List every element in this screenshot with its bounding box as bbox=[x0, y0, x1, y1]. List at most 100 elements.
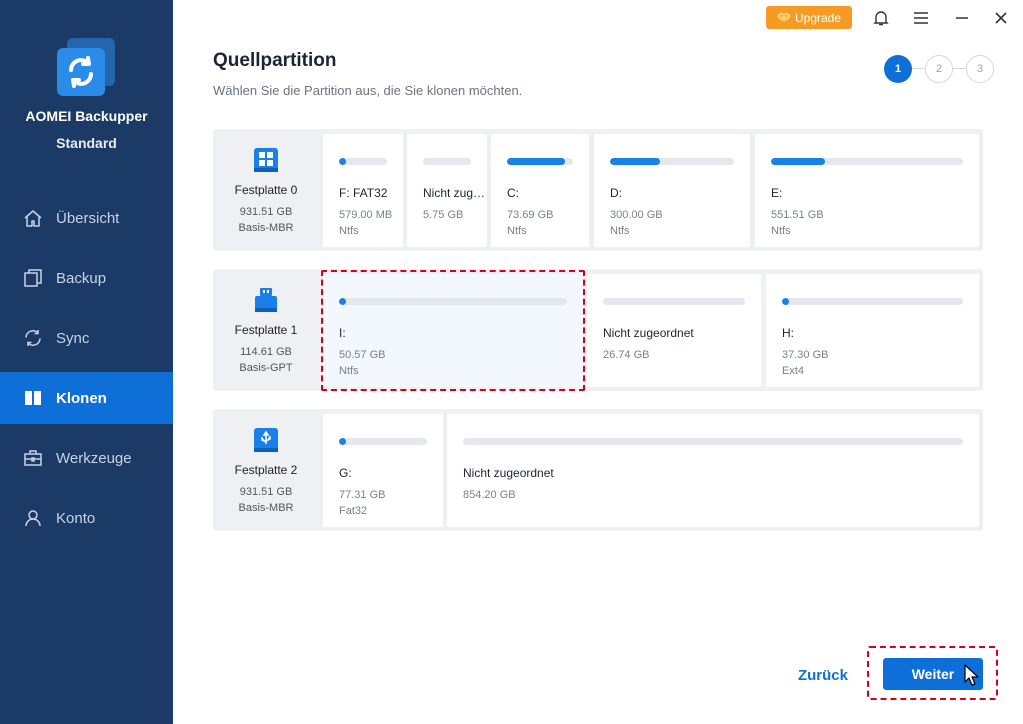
partition-label: Nicht zugeordnet bbox=[463, 466, 554, 480]
partition-size: 551.51 GB bbox=[771, 209, 824, 221]
toolbox-icon bbox=[22, 447, 44, 469]
partition-label: E: bbox=[771, 186, 783, 200]
windows-disk-icon bbox=[254, 148, 278, 172]
partition-fs: Ntfs bbox=[339, 225, 359, 237]
partition-fs: Ntfs bbox=[610, 225, 630, 237]
disk-info: Festplatte 0 931.51 GB Basis-MBR bbox=[213, 129, 319, 251]
partition-label: Nicht zug… bbox=[423, 186, 486, 200]
disk-size: 931.51 GB bbox=[239, 486, 293, 498]
step-1: 1 bbox=[884, 55, 912, 83]
sidebar-item-clone[interactable]: Klonen bbox=[0, 372, 173, 424]
usage-bar bbox=[339, 158, 387, 165]
sidebar-item-label: Übersicht bbox=[56, 209, 120, 227]
partition-label: Nicht zugeordnet bbox=[603, 326, 694, 340]
partition-fs: Ext4 bbox=[782, 365, 805, 377]
disk-info: Festplatte 2 931.51 GB Basis-MBR bbox=[213, 409, 319, 531]
usage-bar bbox=[423, 158, 471, 165]
partition-card[interactable]: H: 37.30 GB Ext4 bbox=[766, 274, 979, 387]
usage-bar bbox=[507, 158, 573, 165]
sidebar-item-tools[interactable]: Werkzeuge bbox=[0, 432, 173, 484]
app-name: AOMEI Backupper bbox=[25, 108, 148, 124]
disk-name: Festplatte 0 bbox=[234, 183, 298, 197]
home-icon bbox=[22, 207, 44, 229]
partition-fs: Fat32 bbox=[339, 505, 368, 517]
disk-type: Basis-MBR bbox=[238, 222, 294, 234]
sidebar-item-label: Sync bbox=[56, 329, 90, 347]
sync-icon bbox=[22, 327, 44, 349]
sidebar-item-label: Konto bbox=[56, 509, 96, 527]
sidebar-item-backup[interactable]: Backup bbox=[0, 252, 173, 304]
partition-label: D: bbox=[610, 186, 622, 200]
sidebar-item-label: Werkzeuge bbox=[56, 449, 132, 467]
notification-bell-icon[interactable] bbox=[870, 7, 892, 29]
sidebar-item-label: Backup bbox=[56, 269, 107, 287]
partition-card-selected[interactable]: I: 50.57 GB Ntfs bbox=[323, 274, 583, 387]
sidebar: AOMEI Backupper Standard Übersicht Backu… bbox=[0, 0, 173, 724]
partition-card[interactable]: Nicht zugeordnet 854.20 GB bbox=[447, 414, 979, 527]
partition-card[interactable]: D: 300.00 GB Ntfs bbox=[594, 134, 750, 247]
menu-icon[interactable] bbox=[910, 7, 932, 29]
app-logo-icon bbox=[57, 38, 115, 96]
partition-card[interactable]: E: 551.51 GB Ntfs bbox=[755, 134, 979, 247]
disk-info: Festplatte 1 114.61 GB Basis-GPT bbox=[213, 269, 319, 391]
usage-bar bbox=[771, 158, 963, 165]
partition-fs: Ntfs bbox=[507, 225, 527, 237]
page-title: Quellpartition bbox=[213, 50, 337, 71]
upgrade-button[interactable]: Upgrade bbox=[766, 6, 852, 29]
usage-bar bbox=[463, 438, 963, 445]
partition-label: C: bbox=[507, 186, 519, 200]
sidebar-item-label: Klonen bbox=[56, 389, 107, 407]
step-indicator: 1 2 3 bbox=[884, 55, 994, 83]
disk-name: Festplatte 1 bbox=[234, 323, 298, 337]
partition-card[interactable]: F: FAT32 579.00 MB Ntfs bbox=[323, 134, 403, 247]
partition-card[interactable]: G: 77.31 GB Fat32 bbox=[323, 414, 443, 527]
partition-card[interactable]: Nicht zugeordnet 26.74 GB bbox=[587, 274, 761, 387]
partition-label: F: FAT32 bbox=[339, 186, 388, 200]
partition-size: 854.20 GB bbox=[463, 489, 516, 501]
partition-label: G: bbox=[339, 466, 352, 480]
usage-bar bbox=[339, 438, 427, 445]
usb-drive-icon bbox=[254, 428, 278, 452]
upgrade-label: Upgrade bbox=[794, 10, 842, 25]
partition-size: 50.57 GB bbox=[339, 349, 386, 361]
page-subtitle: Wählen Sie die Partition aus, die Sie kl… bbox=[213, 83, 523, 98]
step-2: 2 bbox=[925, 55, 953, 83]
disk-size: 931.51 GB bbox=[239, 206, 293, 218]
app-edition: Standard bbox=[56, 135, 117, 151]
partition-card[interactable]: Nicht zug… 5.75 GB bbox=[407, 134, 487, 247]
usage-bar bbox=[603, 298, 745, 305]
usage-bar bbox=[610, 158, 734, 165]
partition-fs: Ntfs bbox=[339, 365, 359, 377]
sidebar-item-sync[interactable]: Sync bbox=[0, 312, 173, 364]
step-3: 3 bbox=[966, 55, 994, 83]
close-icon[interactable] bbox=[990, 7, 1012, 29]
disk-type: Basis-GPT bbox=[239, 362, 293, 374]
partition-size: 5.75 GB bbox=[423, 209, 464, 221]
disk-name: Festplatte 2 bbox=[234, 463, 298, 477]
partition-card[interactable]: C: 73.69 GB Ntfs bbox=[491, 134, 589, 247]
disk-row-2: Festplatte 2 931.51 GB Basis-MBR G: 77.3… bbox=[213, 409, 983, 531]
sidebar-item-account[interactable]: Konto bbox=[0, 492, 173, 544]
partition-size: 579.00 MB bbox=[339, 209, 393, 221]
usb-disk-icon bbox=[255, 288, 277, 312]
disk-row-1: Festplatte 1 114.61 GB Basis-GPT I: 50.5… bbox=[213, 269, 983, 391]
backup-icon bbox=[22, 267, 44, 289]
partition-fs: Ntfs bbox=[771, 225, 791, 237]
usage-bar bbox=[339, 298, 567, 305]
partition-size: 77.31 GB bbox=[339, 489, 386, 501]
usage-bar bbox=[782, 298, 963, 305]
disk-type: Basis-MBR bbox=[238, 502, 294, 514]
partition-label: H: bbox=[782, 326, 794, 340]
diamond-icon bbox=[776, 11, 791, 24]
partition-size: 26.74 GB bbox=[603, 349, 650, 361]
partition-size: 37.30 GB bbox=[782, 349, 829, 361]
clone-icon bbox=[22, 387, 44, 409]
partition-label: I: bbox=[339, 326, 346, 340]
disk-row-0: Festplatte 0 931.51 GB Basis-MBR F: FAT3… bbox=[213, 129, 983, 251]
disk-size: 114.61 GB bbox=[240, 346, 292, 358]
back-button[interactable]: Zurück bbox=[790, 660, 856, 690]
minimize-icon[interactable] bbox=[951, 7, 973, 29]
partition-size: 73.69 GB bbox=[507, 209, 554, 221]
sidebar-item-overview[interactable]: Übersicht bbox=[0, 192, 173, 244]
user-icon bbox=[22, 507, 44, 529]
